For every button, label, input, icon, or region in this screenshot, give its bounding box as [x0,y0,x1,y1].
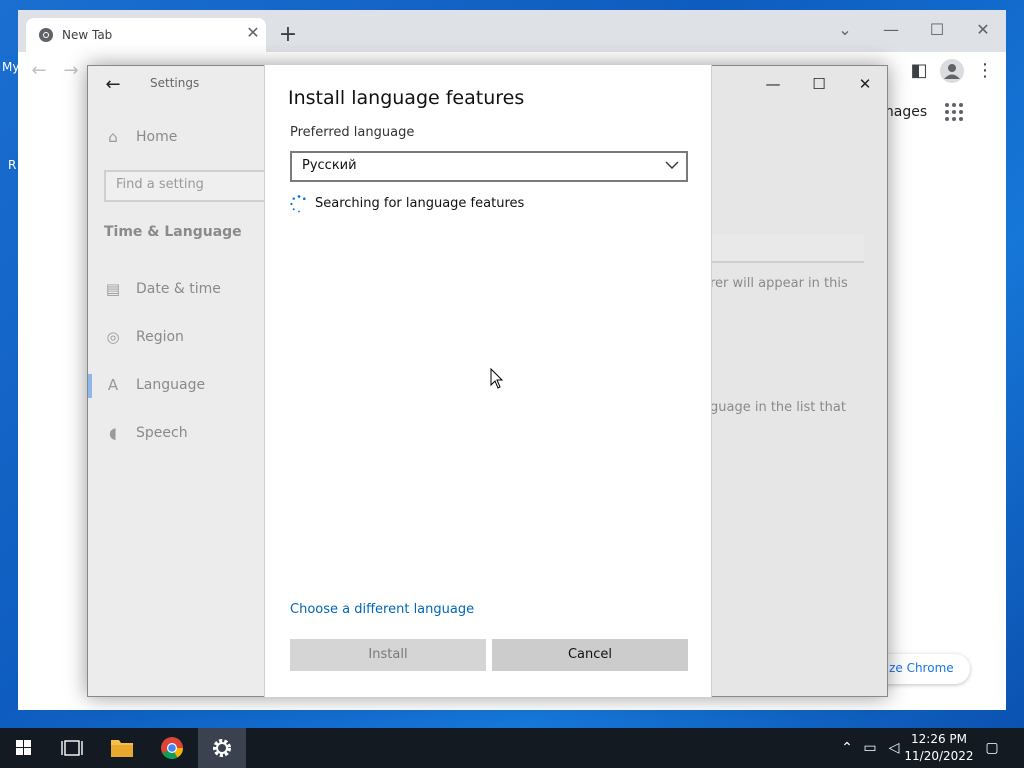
cancel-button[interactable]: Cancel [492,639,688,671]
background-text: guage in the list that [710,400,846,415]
side-panel-icon[interactable]: ◧ [906,58,932,84]
clock-date[interactable]: 11/20/2022 [904,749,974,763]
background-dropdown [710,235,864,263]
microphone-icon: ◖ [109,424,117,442]
search-placeholder: Find a setting [116,177,204,192]
person-icon [944,64,960,79]
chrome-close-icon[interactable]: ✕ [960,16,1006,44]
sidebar-item-date-time[interactable]: ▤ Date & time [104,278,264,302]
sidebar-item-language[interactable]: A Language [104,374,264,398]
maximize-icon[interactable]: ☐ [804,74,834,94]
chevron-up-icon[interactable]: ⌃ [838,738,856,758]
start-button[interactable] [0,728,48,768]
settings-taskbar-button[interactable] [198,728,246,768]
sidebar-item-label: Speech [136,425,188,441]
tab-close-icon[interactable]: ✕ [244,24,262,42]
preferred-language-label: Preferred language [290,125,415,140]
globe-icon: ◎ [106,328,120,346]
loading-spinner-icon [290,195,306,213]
clock-time[interactable]: 12:26 PM [904,732,974,746]
back-arrow-icon[interactable]: ← [26,58,52,84]
google-apps-icon[interactable] [944,102,964,122]
chrome-favicon-icon [39,28,53,42]
task-view-icon [61,740,83,756]
install-language-dialog: Install language features Preferred lang… [264,65,712,697]
gear-icon [213,739,231,757]
task-view-button[interactable] [48,728,96,768]
chrome-tab[interactable]: New Tab ✕ [26,18,266,52]
file-explorer-button[interactable] [98,728,146,768]
profile-avatar-icon[interactable] [940,59,964,83]
section-heading: Time & Language [104,224,242,240]
chrome-logo-icon [161,737,183,759]
new-tab-button[interactable]: + [274,24,302,48]
settings-title: Settings [150,76,200,90]
sidebar-item-region[interactable]: ◎ Region [104,326,264,350]
sidebar-item-speech[interactable]: ◖ Speech [104,422,264,446]
chrome-minimize-icon[interactable]: — [868,16,914,44]
selected-language-value: Русский [302,158,357,173]
windows-logo-icon [16,740,31,755]
mouse-cursor-icon [490,368,504,389]
install-button[interactable]: Install [290,639,486,671]
network-icon[interactable]: ▭ [860,738,880,758]
taskbar: ⌃ ▭ ◁ 12:26 PM 11/20/2022 ▢ [0,728,1024,768]
desktop-icon-label[interactable]: My [2,60,19,74]
notifications-icon[interactable]: ▢ [982,738,1002,758]
calendar-clock-icon: ▤ [105,280,121,298]
chrome-tab-search-icon[interactable]: ⌄ [822,16,868,44]
language-icon: A [107,376,119,394]
close-icon[interactable]: ✕ [850,74,880,94]
choose-different-language-link[interactable]: Choose a different language [290,602,474,617]
folder-icon [111,740,133,757]
chevron-down-icon [665,161,679,169]
background-text: rer will appear in this [710,276,848,291]
sidebar-item-home[interactable]: ⌂ Home [104,126,264,150]
sidebar-item-label: Home [136,129,178,145]
selected-indicator [88,374,92,398]
desktop-icon-label[interactable]: R [8,158,16,172]
sidebar-item-label: Region [136,329,184,345]
chrome-taskbar-button[interactable] [148,728,196,768]
forward-arrow-icon[interactable]: → [58,58,84,84]
search-status-text: Searching for language features [315,196,525,211]
home-icon: ⌂ [108,128,118,146]
volume-icon[interactable]: ◁ [884,738,904,758]
chrome-tab-title: New Tab [62,28,113,42]
chrome-menu-icon[interactable]: ⋮ [972,58,998,84]
chrome-maximize-icon[interactable]: ☐ [914,16,960,44]
dialog-title: Install language features [288,87,525,109]
sidebar-item-label: Date & time [136,281,221,297]
minimize-icon[interactable]: — [758,74,788,94]
sidebar-item-label: Language [136,377,206,393]
back-arrow-icon[interactable]: ← [102,74,124,96]
